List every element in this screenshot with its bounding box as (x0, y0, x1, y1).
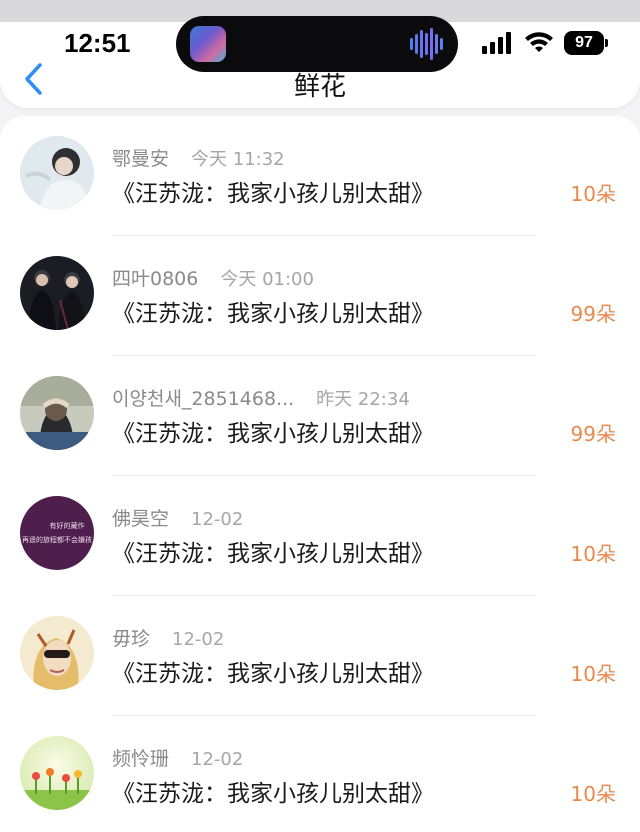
sender-name: 鄂曼安 (112, 148, 170, 170)
status-icons: 97 (482, 30, 608, 56)
list-item[interactable]: 四叶0806 今天 01:00 《汪苏泷：我家小孩儿别太甜》 99朵 (0, 236, 640, 356)
gift-time: 12-02 (191, 509, 244, 530)
avatar[interactable] (20, 616, 94, 690)
flower-count: 10朵 (570, 662, 616, 686)
sender-name: 频怜珊 (112, 748, 170, 770)
battery-indicator: 97 (564, 31, 608, 55)
header: 12:51 97 鲜花 (0, 0, 640, 108)
avatar[interactable] (20, 136, 94, 210)
list-item[interactable]: 频怜珊 12-02 《汪苏泷：我家小孩儿别太甜》 10朵 (0, 716, 640, 832)
status-time: 12:51 (64, 28, 131, 58)
list-item[interactable]: 이양천새_2851468... 昨天 22:34 《汪苏泷：我家小孩儿别太甜》 … (0, 356, 640, 476)
sender-name: 이양천새_2851468... (112, 388, 295, 410)
flower-count: 10朵 (570, 782, 616, 806)
gift-time: 12-02 (172, 629, 225, 650)
avatar-text-line: 有好的藏作 (49, 522, 85, 530)
book-title: 《汪苏泷：我家小孩儿别太甜》 (112, 781, 434, 807)
book-title: 《汪苏泷：我家小孩儿别太甜》 (112, 421, 434, 447)
gift-time: 昨天 22:34 (316, 389, 410, 410)
flower-gift-list: 鄂曼安 今天 11:32 《汪苏泷：我家小孩儿别太甜》 10朵 四叶0806 今… (0, 116, 640, 832)
cellular-signal-icon (482, 32, 511, 54)
book-title: 《汪苏泷：我家小孩儿别太甜》 (112, 181, 434, 207)
gift-time: 今天 01:00 (220, 269, 314, 290)
list-item[interactable]: 鄂曼安 今天 11:32 《汪苏泷：我家小孩儿别太甜》 10朵 (0, 116, 640, 236)
dynamic-island[interactable] (176, 16, 458, 72)
flower-count: 99朵 (570, 422, 616, 446)
avatar[interactable]: 有好的藏作 再遥的旅程都不会嫌孩 (20, 496, 94, 570)
list-item[interactable]: 毋珍 12-02 《汪苏泷：我家小孩儿别太甜》 10朵 (0, 596, 640, 716)
sender-name: 毋珍 (112, 628, 151, 650)
avatar[interactable] (20, 376, 94, 450)
flower-count: 10朵 (570, 542, 616, 566)
avatar[interactable] (20, 736, 94, 810)
sender-name: 佛昊空 (112, 508, 170, 530)
sender-name: 四叶0806 (112, 268, 199, 290)
gift-time: 今天 11:32 (191, 149, 285, 170)
flower-count: 99朵 (570, 302, 616, 326)
book-title: 《汪苏泷：我家小孩儿别太甜》 (112, 301, 434, 327)
now-playing-app-icon (190, 26, 226, 62)
avatar-text-line: 再遥的旅程都不会嫌孩 (22, 536, 92, 544)
avatar[interactable] (20, 256, 94, 330)
book-title: 《汪苏泷：我家小孩儿别太甜》 (112, 661, 434, 687)
list-item[interactable]: 有好的藏作 再遥的旅程都不会嫌孩 佛昊空 12-02 《汪苏泷：我家小孩儿别太甜… (0, 476, 640, 596)
page-title: 鲜花 (293, 72, 346, 100)
book-title: 《汪苏泷：我家小孩儿别太甜》 (112, 541, 434, 567)
gift-time: 12-02 (191, 749, 244, 770)
audio-wave-icon (410, 28, 443, 60)
flower-count: 10朵 (570, 182, 616, 206)
wifi-icon (525, 32, 553, 52)
